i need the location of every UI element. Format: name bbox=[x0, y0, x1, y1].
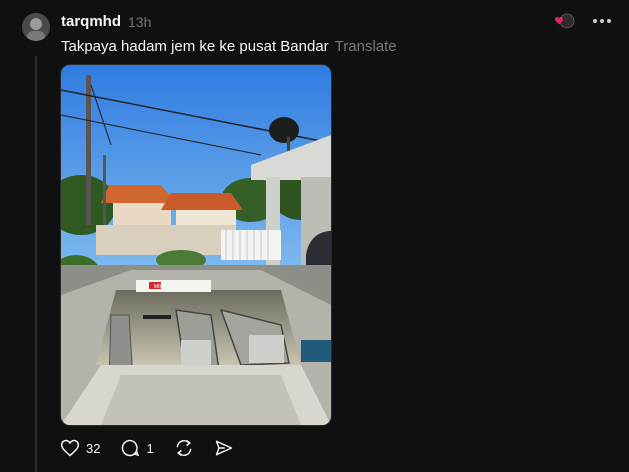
post-caption: Takpaya hadam jem ke ke pusat Bandar Tran… bbox=[61, 38, 397, 55]
comment-icon bbox=[120, 438, 140, 458]
heart-icon bbox=[60, 438, 80, 458]
reply-count: 1 bbox=[146, 440, 154, 456]
caption-text: Takpaya hadam jem ke ke pusat Bandar bbox=[61, 38, 329, 55]
repost-icon bbox=[174, 438, 194, 458]
translate-link[interactable]: Translate bbox=[335, 38, 397, 55]
avatar[interactable] bbox=[22, 13, 50, 41]
share-button[interactable] bbox=[214, 438, 234, 458]
username[interactable]: tarqmhd bbox=[61, 13, 121, 30]
mrt-sign: MRT bbox=[154, 284, 165, 290]
repost-button[interactable] bbox=[174, 438, 194, 458]
reactors-icon[interactable] bbox=[553, 12, 575, 30]
more-icon[interactable] bbox=[593, 12, 611, 30]
action-bar: 32 1 bbox=[60, 438, 234, 458]
like-count: 32 bbox=[86, 440, 101, 456]
post-photo[interactable]: MRT bbox=[60, 64, 332, 426]
escalator-photo: MRT bbox=[61, 65, 331, 425]
like-button[interactable]: 32 bbox=[60, 438, 100, 458]
post-time: 13h bbox=[128, 14, 152, 30]
share-icon bbox=[214, 438, 234, 458]
reply-button[interactable]: 1 bbox=[120, 438, 154, 458]
thread-line bbox=[35, 56, 37, 472]
avatar-image bbox=[22, 13, 50, 41]
